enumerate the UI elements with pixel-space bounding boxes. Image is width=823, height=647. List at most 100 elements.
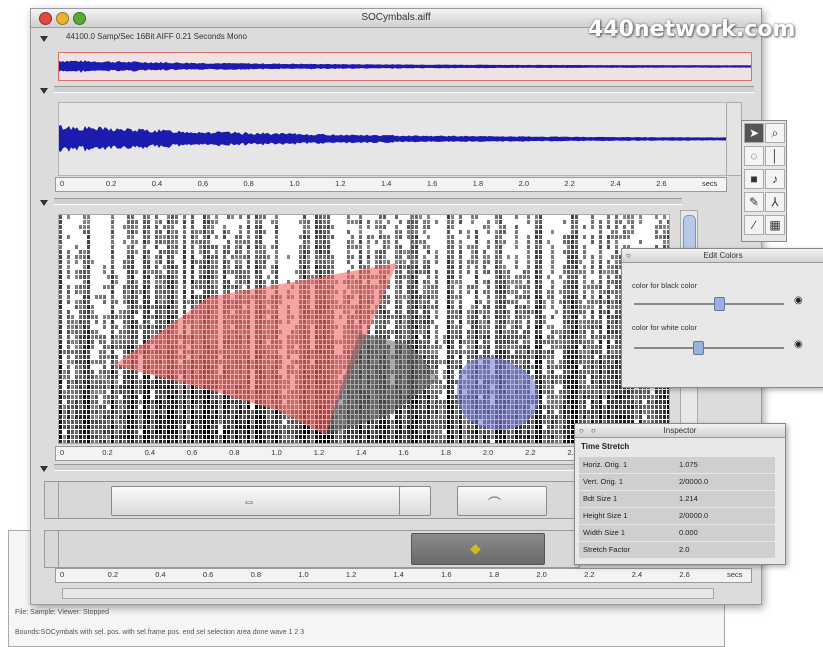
spectrogram-cell	[591, 410, 594, 414]
pane-divider[interactable]	[54, 198, 682, 205]
spectrogram-cell	[431, 350, 434, 354]
spectrogram-cell	[559, 275, 562, 279]
spectrogram-cell	[415, 315, 418, 319]
spectrogram-cell	[607, 305, 610, 309]
spectrogram-cell	[67, 430, 70, 434]
spectrogram-cell	[87, 315, 90, 319]
spectrogram-cell	[591, 265, 594, 269]
spectrogram-cell	[171, 310, 174, 314]
spectrogram-cell	[323, 270, 326, 274]
spectrogram-cell	[207, 260, 210, 264]
spectrogram-cell	[167, 215, 170, 219]
spectrogram-cell	[195, 410, 198, 414]
spectrogram-cell	[483, 340, 486, 344]
spectrogram-cell	[375, 440, 378, 443]
spectrogram-cell	[559, 365, 562, 369]
disclosure-triangle-icon[interactable]	[40, 36, 48, 42]
waveform-view[interactable]	[58, 102, 728, 176]
spectrogram-cell	[551, 360, 554, 364]
spectrogram-cell	[235, 425, 238, 429]
spectrogram-cell	[551, 400, 554, 404]
spectrogram-cell	[75, 440, 78, 443]
spectrogram-cell	[495, 250, 498, 254]
spectrogram-cell	[599, 320, 602, 324]
spectrogram-cell	[459, 335, 462, 339]
spectrogram-cell	[447, 305, 450, 309]
spectrogram-cell	[447, 230, 450, 234]
spectrogram-cell	[203, 270, 206, 274]
spectrogram-cell	[143, 255, 146, 259]
spectrogram-cell	[575, 275, 578, 279]
spectrogram-cell	[363, 265, 366, 269]
spectrogram-cell	[607, 410, 610, 414]
spectrogram-cell	[223, 230, 226, 234]
spectrogram-cell	[227, 285, 230, 289]
spectrogram-cell	[523, 335, 526, 339]
spectrogram-cell	[399, 440, 402, 443]
spectrogram-cell	[259, 275, 262, 279]
spectrogram-cell	[555, 395, 558, 399]
spectrogram-cell	[439, 385, 442, 389]
spectrogram-cell	[611, 235, 614, 239]
spectrogram-cell	[483, 305, 486, 309]
spectrogram-cell	[571, 405, 574, 409]
spectrogram-cell	[159, 380, 162, 384]
spectrogram-cell	[155, 385, 158, 389]
spectrogram-cell	[67, 345, 70, 349]
spectrogram-cell	[535, 420, 538, 424]
spectrogram-cell	[327, 270, 330, 274]
spectrogram-cell	[407, 300, 410, 304]
spectrogram-cell	[407, 310, 410, 314]
spectrogram-cell	[359, 245, 362, 249]
spectrogram-cell	[451, 250, 454, 254]
overview-waveform[interactable]	[58, 52, 752, 81]
spectrogram-cell	[455, 440, 458, 443]
spectrogram-cell	[435, 435, 438, 439]
spectrogram-cell	[67, 390, 70, 394]
spectrogram-cell	[607, 235, 610, 239]
spectrogram-cell	[607, 355, 610, 359]
spectrogram-cell	[67, 420, 70, 424]
spectrogram-cell	[303, 430, 306, 434]
spectrogram-cell	[195, 285, 198, 289]
spectrogram-cell	[131, 310, 134, 314]
spectrogram-cell	[307, 235, 310, 239]
spectrogram-cell	[175, 435, 178, 439]
spectrogram-cell	[475, 300, 478, 304]
spectrogram-cell	[91, 415, 94, 419]
disclosure-triangle-icon[interactable]	[40, 200, 48, 206]
spectrogram-cell	[407, 315, 410, 319]
spectrogram-view[interactable]	[58, 214, 670, 444]
spectrogram-cell	[147, 280, 150, 284]
spectrogram-cell	[91, 375, 94, 379]
spectrogram-cell	[487, 345, 490, 349]
spectrogram-cell	[555, 375, 558, 379]
spectrogram-cell	[175, 405, 178, 409]
overview-wave-svg	[59, 53, 751, 80]
spectrogram-cell	[407, 420, 410, 424]
spectrogram-cell	[531, 420, 534, 424]
spectrogram-cell	[183, 290, 186, 294]
spectrogram-cell	[59, 350, 62, 354]
spectrogram-cell	[183, 425, 186, 429]
disclosure-triangle-icon[interactable]	[40, 88, 48, 94]
spectrogram-cell	[135, 415, 138, 419]
spectrogram-cell	[403, 295, 406, 299]
spectrogram-cell	[191, 275, 194, 279]
spectrogram-cell	[243, 255, 246, 259]
spectrogram-cell	[143, 330, 146, 334]
spectrogram-cell	[59, 225, 62, 229]
spectrogram-cell	[147, 225, 150, 229]
spectrogram-cell	[475, 350, 478, 354]
spectrogram-cell	[535, 335, 538, 339]
spectrogram-cell	[567, 440, 570, 443]
spectrogram-cell	[607, 220, 610, 224]
spectrogram-cell	[495, 330, 498, 334]
waveform-zoom-control[interactable]	[726, 102, 742, 176]
pane-divider[interactable]	[54, 86, 754, 93]
spectrogram-cell	[611, 360, 614, 364]
spectrogram-cell	[275, 435, 278, 439]
spectrogram-cell	[223, 405, 226, 409]
spectrogram-cell	[183, 220, 186, 224]
spectrogram-cell	[571, 260, 574, 264]
